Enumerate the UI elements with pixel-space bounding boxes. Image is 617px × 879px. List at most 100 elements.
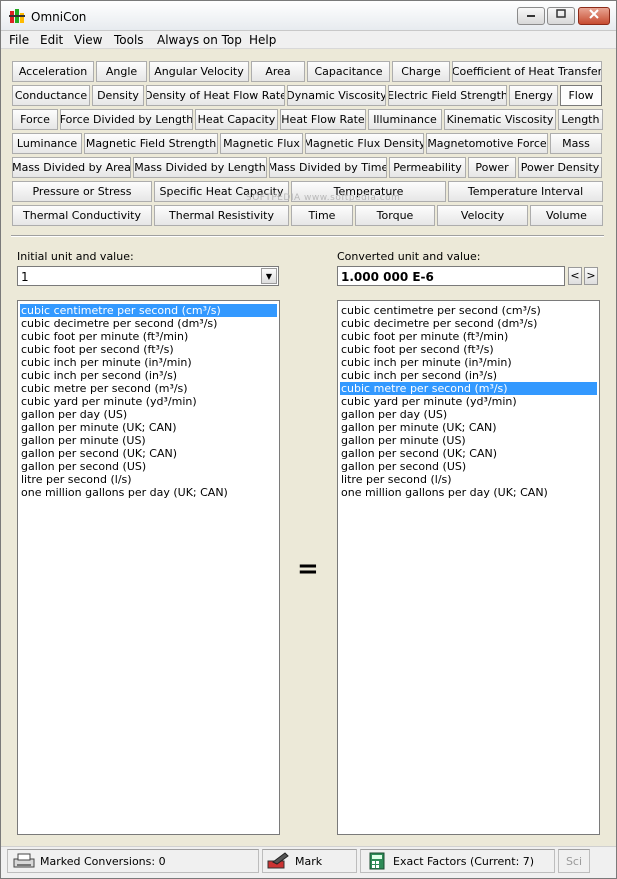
category-button-illuminance[interactable]: Illuminance bbox=[368, 109, 442, 130]
unit-list-item[interactable]: gallon per minute (US) bbox=[20, 434, 277, 447]
initial-unit-list[interactable]: cubic centimetre per second (cm³/s) cubic… bbox=[17, 300, 280, 835]
category-button-permeability[interactable]: Permeability bbox=[389, 157, 466, 178]
category-button-luminance[interactable]: Luminance bbox=[12, 133, 82, 154]
unit-list-item[interactable]: gallon per minute (US) bbox=[340, 434, 597, 447]
close-icon bbox=[589, 9, 599, 19]
category-button-torque[interactable]: Torque bbox=[355, 205, 435, 226]
printer-icon bbox=[12, 852, 36, 870]
category-button-dynamic-viscosity[interactable]: Dynamic Viscosity bbox=[287, 85, 386, 106]
menu-always-on-top[interactable]: Always on Top bbox=[157, 33, 242, 47]
close-button[interactable] bbox=[578, 7, 610, 25]
unit-list-item[interactable]: gallon per second (UK; CAN) bbox=[20, 447, 277, 460]
mark-button[interactable]: Mark bbox=[262, 849, 357, 873]
menu-help[interactable]: Help bbox=[249, 33, 276, 47]
category-button-conductance[interactable]: Conductance bbox=[12, 85, 90, 106]
initial-value-text[interactable]: 1 bbox=[21, 270, 29, 284]
category-button-magnetomotive-force[interactable]: Magnetomotive Force bbox=[426, 133, 548, 154]
category-button-charge[interactable]: Charge bbox=[392, 61, 450, 82]
converted-value-field[interactable]: 1.000 000 E-6 bbox=[337, 266, 565, 286]
unit-list-item[interactable]: gallon per minute (UK; CAN) bbox=[340, 421, 597, 434]
unit-list-item[interactable]: cubic inch per second (in³/s) bbox=[340, 369, 597, 382]
category-button-flow[interactable]: Flow bbox=[560, 85, 602, 106]
category-button-mass-divided-by-time[interactable]: Mass Divided by Time bbox=[269, 157, 387, 178]
unit-list-item[interactable]: cubic decimetre per second (dm³/s) bbox=[20, 317, 277, 330]
category-button-thermal-conductivity[interactable]: Thermal Conductivity bbox=[12, 205, 152, 226]
category-button-pressure-or-stress[interactable]: Pressure or Stress bbox=[12, 181, 152, 202]
unit-list-item[interactable]: gallon per second (US) bbox=[340, 460, 597, 473]
menu-view[interactable]: View bbox=[74, 33, 102, 47]
category-button-heat-capacity[interactable]: Heat Capacity bbox=[195, 109, 278, 130]
unit-list-item[interactable]: cubic foot per second (ft³/s) bbox=[20, 343, 277, 356]
unit-list-item[interactable]: gallon per day (US) bbox=[20, 408, 277, 421]
category-button-length[interactable]: Length bbox=[558, 109, 603, 130]
menu-file[interactable]: File bbox=[9, 33, 29, 47]
unit-list-item[interactable]: cubic metre per second (m³/s) bbox=[20, 382, 277, 395]
unit-list-item[interactable]: cubic inch per minute (in³/min) bbox=[340, 356, 597, 369]
category-button-time[interactable]: Time bbox=[291, 205, 353, 226]
maximize-button[interactable] bbox=[547, 7, 575, 25]
menu-edit[interactable]: Edit bbox=[40, 33, 63, 47]
category-button-magnetic-flux-density[interactable]: Magnetic Flux Density bbox=[305, 133, 424, 154]
category-button-density[interactable]: Density bbox=[92, 85, 144, 106]
unit-list-item[interactable]: cubic foot per second (ft³/s) bbox=[340, 343, 597, 356]
unit-list-item[interactable]: gallon per minute (UK; CAN) bbox=[20, 421, 277, 434]
category-button-kinematic-viscosity[interactable]: Kinematic Viscosity bbox=[444, 109, 556, 130]
exact-factors-panel[interactable]: Exact Factors (Current: 7) bbox=[360, 849, 555, 873]
category-button-temperature-interval[interactable]: Temperature Interval bbox=[448, 181, 603, 202]
scientific-toggle[interactable]: Sci bbox=[558, 849, 590, 873]
category-button-mass-divided-by-length[interactable]: Mass Divided by Length bbox=[133, 157, 267, 178]
unit-list-item[interactable]: cubic yard per minute (yd³/min) bbox=[20, 395, 277, 408]
unit-list-item[interactable]: cubic centimetre per second (cm³/s) bbox=[20, 304, 277, 317]
category-button-velocity[interactable]: Velocity bbox=[437, 205, 528, 226]
unit-list-item[interactable]: litre per second (l/s) bbox=[20, 473, 277, 486]
category-button-power[interactable]: Power bbox=[468, 157, 516, 178]
menu-tools[interactable]: Tools bbox=[114, 33, 144, 47]
category-button-magnetic-field-strength[interactable]: Magnetic Field Strength bbox=[84, 133, 218, 154]
separator-line bbox=[11, 235, 604, 237]
minimize-button[interactable] bbox=[517, 7, 545, 25]
category-button-volume[interactable]: Volume bbox=[530, 205, 603, 226]
category-button-area[interactable]: Area bbox=[251, 61, 305, 82]
category-button-acceleration[interactable]: Acceleration bbox=[12, 61, 94, 82]
category-button-thermal-resistivity[interactable]: Thermal Resistivity bbox=[154, 205, 289, 226]
category-button-force[interactable]: Force bbox=[12, 109, 58, 130]
category-button-force-divided-by-length[interactable]: Force Divided by Length bbox=[60, 109, 193, 130]
previous-format-button[interactable]: < bbox=[568, 267, 582, 285]
category-button-power-density[interactable]: Power Density bbox=[518, 157, 602, 178]
unit-list-item[interactable]: cubic foot per minute (ft³/min) bbox=[20, 330, 277, 343]
category-button-angular-velocity[interactable]: Angular Velocity bbox=[149, 61, 249, 82]
unit-list-item[interactable]: cubic inch per minute (in³/min) bbox=[20, 356, 277, 369]
category-button-magnetic-flux[interactable]: Magnetic Flux bbox=[220, 133, 303, 154]
unit-list-item[interactable]: cubic foot per minute (ft³/min) bbox=[340, 330, 597, 343]
unit-list-item[interactable]: gallon per second (UK; CAN) bbox=[340, 447, 597, 460]
unit-list-item[interactable]: gallon per day (US) bbox=[340, 408, 597, 421]
unit-list-item[interactable]: cubic metre per second (m³/s) bbox=[340, 382, 597, 395]
category-button-mass[interactable]: Mass bbox=[550, 133, 602, 154]
next-format-button[interactable]: > bbox=[584, 267, 598, 285]
category-button-coefficient-of-heat-transfer[interactable]: Coefficient of Heat Transfer bbox=[452, 61, 602, 82]
unit-list-item[interactable]: one million gallons per day (UK; CAN) bbox=[340, 486, 597, 499]
unit-list-item[interactable]: gallon per second (US) bbox=[20, 460, 277, 473]
unit-list-item[interactable]: cubic decimetre per second (dm³/s) bbox=[340, 317, 597, 330]
converted-value-text: 1.000 000 E-6 bbox=[341, 270, 434, 284]
category-button-heat-flow-rate[interactable]: Heat Flow Rate bbox=[280, 109, 366, 130]
unit-list-item[interactable]: cubic inch per second (in³/s) bbox=[20, 369, 277, 382]
category-button-energy[interactable]: Energy bbox=[509, 85, 558, 106]
unit-list-item[interactable]: litre per second (l/s) bbox=[340, 473, 597, 486]
title-bar[interactable]: OmniCon bbox=[1, 1, 616, 31]
unit-list-item[interactable]: one million gallons per day (UK; CAN) bbox=[20, 486, 277, 499]
converted-unit-list[interactable]: cubic centimetre per second (cm³/s) cubic… bbox=[337, 300, 600, 835]
category-button-capacitance[interactable]: Capacitance bbox=[307, 61, 390, 82]
category-button-density-of-heat-flow-rate[interactable]: Density of Heat Flow Rate bbox=[146, 85, 285, 106]
category-button-electric-field-strength[interactable]: Electric Field Strength bbox=[388, 85, 507, 106]
marked-conversions-panel[interactable]: Marked Conversions: 0 bbox=[7, 849, 259, 873]
unit-list-item[interactable]: cubic centimetre per second (cm³/s) bbox=[340, 304, 597, 317]
initial-value-combobox[interactable]: 1 ▼ bbox=[17, 266, 279, 286]
mark-pen-icon bbox=[267, 852, 291, 870]
dropdown-arrow-icon[interactable]: ▼ bbox=[261, 268, 277, 284]
unit-list-item[interactable]: cubic yard per minute (yd³/min) bbox=[340, 395, 597, 408]
category-button-angle[interactable]: Angle bbox=[96, 61, 147, 82]
watermark-text: SOFTPEDIA www.softpedia.com bbox=[246, 193, 401, 203]
category-button-mass-divided-by-area[interactable]: Mass Divided by Area bbox=[12, 157, 131, 178]
status-bar: Marked Conversions: 0 Mark Exact Factors… bbox=[1, 846, 616, 878]
